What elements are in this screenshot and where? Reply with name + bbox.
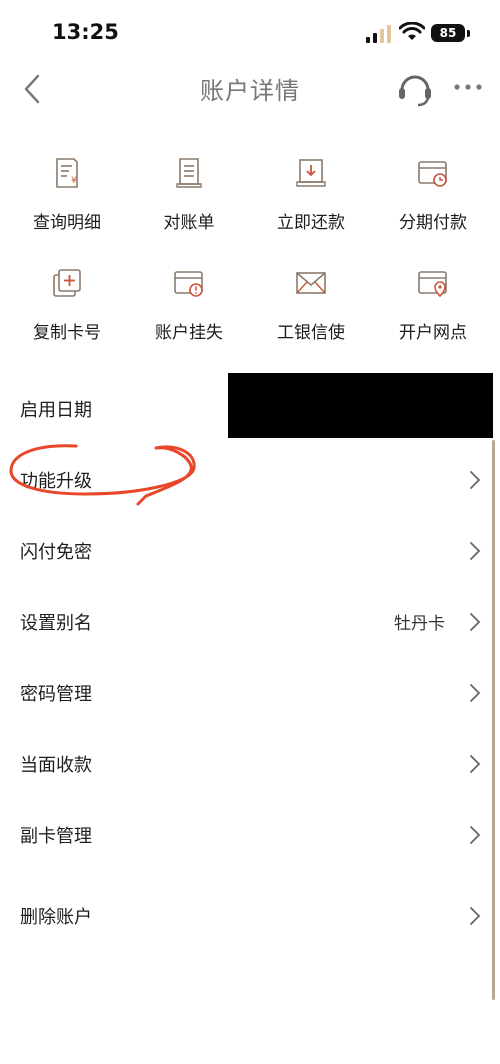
function-grid: ¥ 查询明细 对账单 立即还款 分期付款 复制卡号 账户挂失 工银信使 开户网点 [0, 150, 500, 370]
grid-item-copy-card-number[interactable]: 复制卡号 [6, 260, 128, 370]
chevron-right-icon [470, 907, 481, 925]
clock-time: 13:25 [52, 20, 119, 44]
grid-label: 查询明细 [33, 213, 101, 233]
chevron-right-icon [470, 755, 481, 773]
grid-row: ¥ 查询明细 对账单 立即还款 分期付款 [0, 150, 500, 260]
grid-item-query-details[interactable]: ¥ 查询明细 [6, 150, 128, 260]
grid-item-icbc-messenger[interactable]: 工银信使 [250, 260, 372, 370]
more-options-icon[interactable] [452, 77, 484, 97]
list-row-delete-account[interactable]: 删除账户 [0, 885, 500, 949]
list-row-quickpass-no-password[interactable]: 闪付免密 [0, 520, 500, 584]
row-label: 副卡管理 [20, 826, 92, 847]
scrollbar[interactable] [492, 440, 495, 1000]
row-label: 密码管理 [20, 684, 92, 705]
grid-label: 账户挂失 [155, 323, 223, 343]
grid-item-report-loss[interactable]: 账户挂失 [128, 260, 250, 370]
alias-value: 牡丹卡 [394, 614, 445, 634]
grid-label: 工银信使 [277, 323, 345, 343]
grid-row: 复制卡号 账户挂失 工银信使 开户网点 [0, 260, 500, 370]
envelope-icon [296, 272, 326, 294]
list-row-face-to-face-payment[interactable]: 当面收款 [0, 733, 500, 797]
grid-label: 分期付款 [399, 213, 467, 233]
list-row-function-upgrade[interactable]: 功能升级 [0, 449, 500, 513]
row-label: 当面收款 [20, 755, 92, 776]
grid-label: 复制卡号 [33, 323, 101, 343]
row-label: 功能升级 [20, 471, 92, 492]
grid-label: 开户网点 [399, 323, 467, 343]
row-label: 删除账户 [20, 907, 92, 928]
installment-card-icon [418, 161, 447, 187]
row-label: 设置别名 [20, 613, 92, 634]
statement-icon [176, 158, 202, 188]
list-row-password-management[interactable]: 密码管理 [0, 662, 500, 726]
list-row-supplementary-card[interactable]: 副卡管理 [0, 804, 500, 868]
grid-item-branch-outlets[interactable]: 开户网点 [372, 260, 494, 370]
grid-item-repay-now[interactable]: 立即还款 [250, 150, 372, 260]
wifi-icon [399, 22, 425, 40]
customer-service-headset-icon[interactable] [396, 70, 434, 108]
grid-item-installment[interactable]: 分期付款 [372, 150, 494, 260]
grid-label: 立即还款 [277, 213, 345, 233]
battery-tip [467, 30, 470, 37]
repay-icon [296, 159, 326, 187]
receipt-yen-icon: ¥ [56, 158, 78, 188]
grid-item-statement[interactable]: 对账单 [128, 150, 250, 260]
chevron-right-icon [470, 613, 481, 631]
row-label: 启用日期 [20, 400, 92, 421]
branch-location-card-icon [418, 271, 447, 298]
row-label: 闪付免密 [20, 542, 92, 563]
report-loss-card-icon [174, 271, 203, 297]
list-row-set-alias[interactable]: 设置别名 牡丹卡 [0, 591, 500, 655]
battery-icon: 85 [431, 24, 465, 42]
grid-label: 对账单 [163, 213, 215, 233]
nav-bar: 账户详情 [0, 64, 500, 114]
chevron-right-icon [470, 684, 481, 702]
cellular-signal-icon [366, 25, 391, 43]
svg-text:¥: ¥ [71, 176, 77, 186]
status-bar: 13:25 85 [0, 0, 500, 64]
copy-card-icon [53, 269, 81, 297]
chevron-right-icon [470, 542, 481, 560]
battery-level: 85 [439, 26, 457, 40]
list-row-activation-date: 启用日期 [0, 378, 500, 442]
chevron-right-icon [470, 826, 481, 844]
chevron-right-icon [470, 471, 481, 489]
